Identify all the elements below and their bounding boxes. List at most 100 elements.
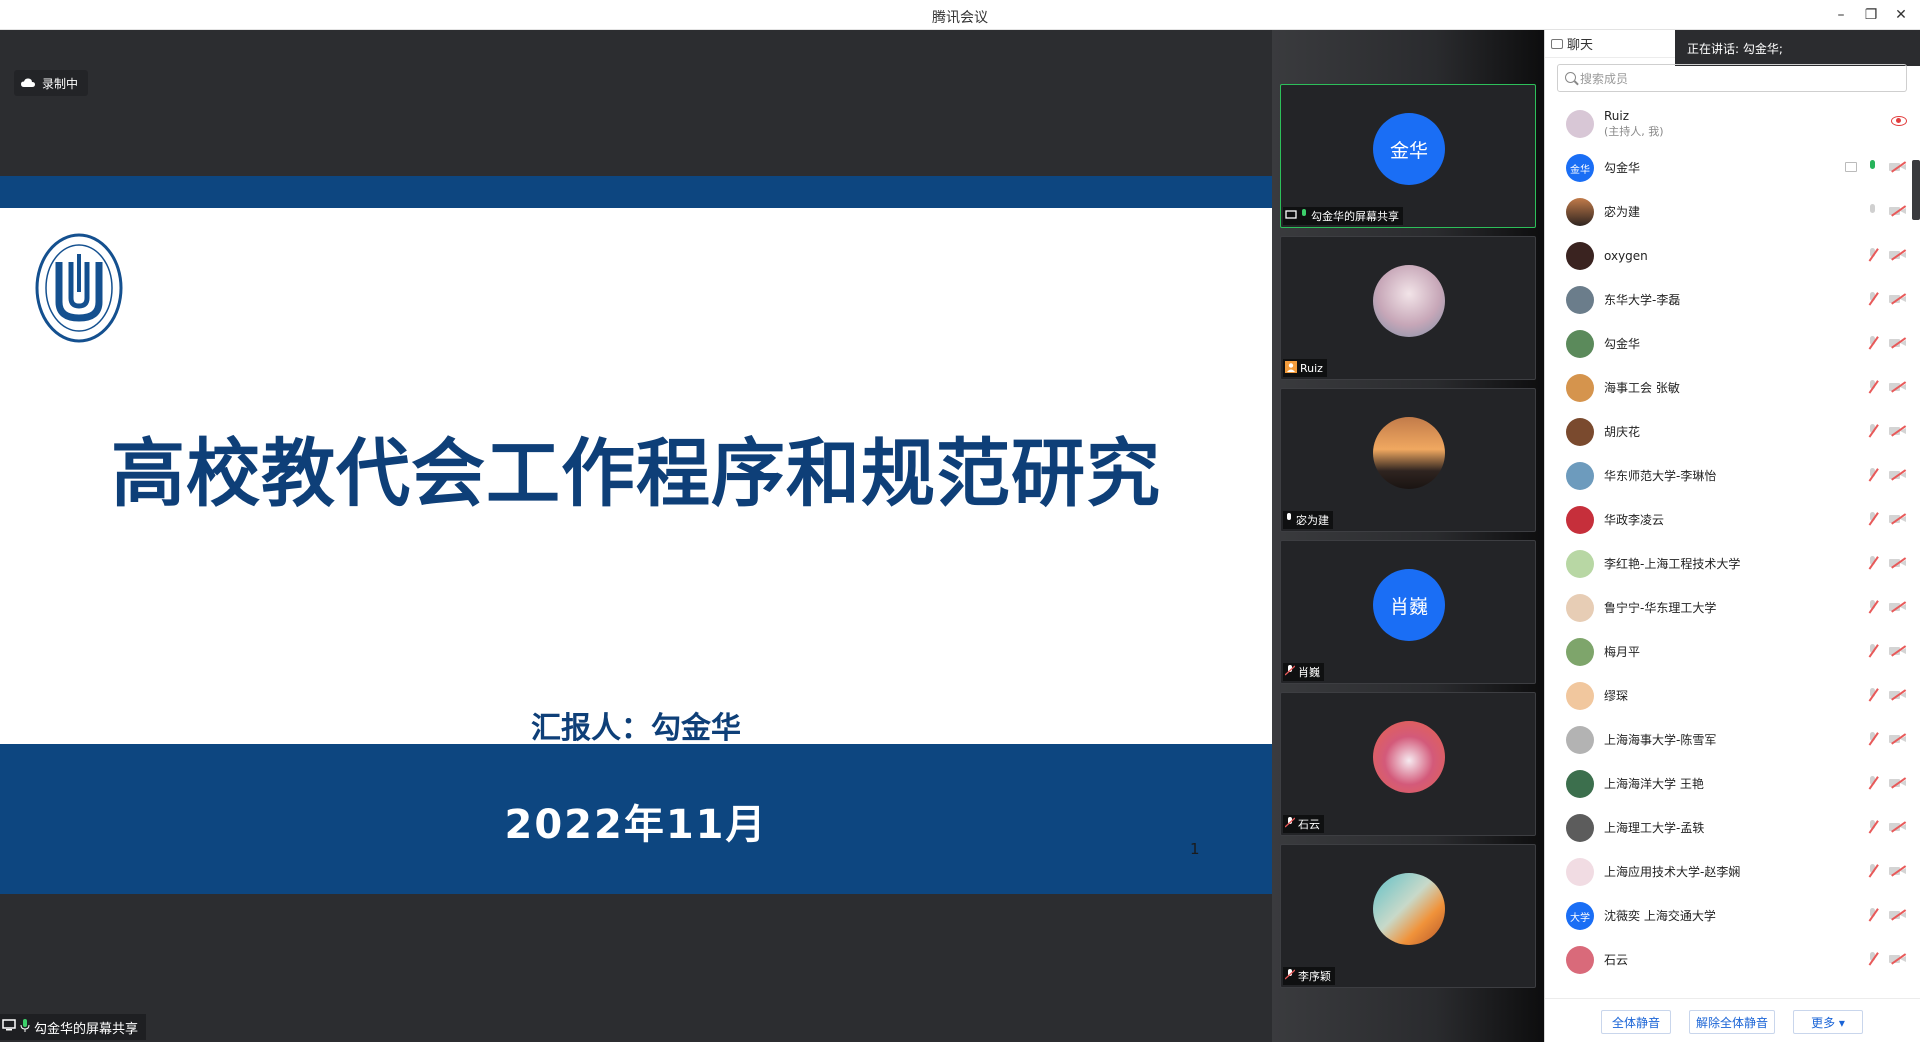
list-item[interactable]: 梅月平 [1545, 630, 1920, 674]
avatar: 金华 [1566, 154, 1594, 182]
screen-share-icon [2, 1019, 16, 1035]
mute-all-button[interactable]: 全体静音 [1601, 1010, 1671, 1034]
mic-muted-icon[interactable] [1865, 556, 1881, 570]
mic-muted-icon[interactable] [1865, 512, 1881, 526]
camera-off-icon[interactable] [1889, 953, 1907, 965]
camera-off-icon[interactable] [1889, 909, 1907, 921]
screen-share-text: 勾金华的屏幕共享 [34, 1021, 139, 1037]
participant-avatar [1373, 417, 1445, 489]
list-item[interactable]: Ruiz (主持人, 我) [1545, 102, 1920, 146]
member-search-input[interactable]: 搜索成员 [1557, 64, 1907, 92]
camera-off-icon[interactable] [1889, 689, 1907, 701]
mic-muted-icon[interactable] [1865, 820, 1881, 834]
member-name: 沈薇奕 上海交通大学 [1604, 909, 1716, 923]
mic-muted-icon[interactable] [1865, 864, 1881, 878]
camera-off-icon[interactable] [1889, 469, 1907, 481]
recording-badge[interactable]: 录制中 [14, 70, 89, 96]
avatar [1566, 374, 1594, 402]
list-item[interactable]: 海事工会 张敏 [1545, 366, 1920, 410]
person-icon [1285, 360, 1297, 376]
camera-off-icon[interactable] [1889, 733, 1907, 745]
slide-title: 高校教代会工作程序和规范研究 [111, 431, 1161, 517]
list-item[interactable]: 东华大学-李磊 [1545, 278, 1920, 322]
mic-muted-icon[interactable] [1865, 600, 1881, 614]
tile-label: 宓为建 [1283, 511, 1333, 529]
avatar [1566, 286, 1594, 314]
video-tile[interactable]: Ruiz [1280, 236, 1536, 380]
camera-off-icon[interactable] [1889, 865, 1907, 877]
list-item[interactable]: 缪琛 [1545, 674, 1920, 718]
participant-avatar [1373, 721, 1445, 793]
mic-on-icon [1300, 209, 1308, 223]
list-item[interactable]: 胡庆花 [1545, 410, 1920, 454]
slide-bottom-band: 2022年11月 1 [0, 744, 1272, 894]
list-item[interactable]: 上海理工大学-孟轶 [1545, 806, 1920, 850]
restore-button[interactable]: ❐ [1859, 4, 1883, 26]
member-name: 勾金华 [1604, 337, 1641, 351]
video-strip: 金华 勾金华的屏幕共享 Ruiz 宓为建 肖巍 肖巍 石云 李序颖 [1272, 30, 1544, 1042]
list-item[interactable]: 勾金华 [1545, 322, 1920, 366]
camera-off-icon[interactable] [1889, 513, 1907, 525]
avatar [1566, 770, 1594, 798]
camera-off-icon[interactable] [1889, 557, 1907, 569]
mic-icon[interactable] [1865, 204, 1881, 218]
mic-muted-icon[interactable] [1865, 380, 1881, 394]
panel-resize-handle[interactable] [1912, 160, 1920, 220]
mic-muted-icon[interactable] [1865, 292, 1881, 306]
member-name: 华东师范大学-李琳怡 [1604, 469, 1717, 483]
close-button[interactable]: ✕ [1889, 4, 1913, 26]
list-item[interactable]: 华政李凌云 [1545, 498, 1920, 542]
camera-off-icon[interactable] [1889, 293, 1907, 305]
camera-off-icon[interactable] [1889, 161, 1907, 173]
list-item[interactable]: 李红艳-上海工程技术大学 [1545, 542, 1920, 586]
camera-off-icon[interactable] [1889, 425, 1907, 437]
minimize-button[interactable]: – [1829, 4, 1853, 26]
camera-off-icon[interactable] [1889, 645, 1907, 657]
list-item[interactable]: 鲁宁宁-华东理工大学 [1545, 586, 1920, 630]
camera-off-icon[interactable] [1889, 337, 1907, 349]
camera-off-icon[interactable] [1889, 601, 1907, 613]
chat-icon [1551, 39, 1563, 49]
mic-muted-icon[interactable] [1865, 248, 1881, 262]
mic-muted-icon[interactable] [1865, 644, 1881, 658]
camera-off-icon[interactable] [1889, 821, 1907, 833]
panel-footer: 全体静音 解除全体静音 更多 ▾ [1545, 998, 1920, 1042]
camera-off-icon[interactable] [1889, 249, 1907, 261]
slide-date: 2022年11月 [504, 802, 768, 848]
member-status [1891, 116, 1907, 126]
list-item[interactable]: 金华 勾金华 [1545, 146, 1920, 190]
camera-off-icon[interactable] [1889, 381, 1907, 393]
more-button[interactable]: 更多 ▾ [1793, 1010, 1863, 1034]
list-item[interactable]: 宓为建 [1545, 190, 1920, 234]
camera-off-icon[interactable] [1889, 205, 1907, 217]
list-item[interactable]: 石云 [1545, 938, 1920, 982]
list-item[interactable]: 上海应用技术大学-赵李娴 [1545, 850, 1920, 894]
mic-muted-icon[interactable] [1865, 468, 1881, 482]
mic-muted-icon[interactable] [1865, 688, 1881, 702]
mic-muted-icon[interactable] [1865, 908, 1881, 922]
video-tile[interactable]: 金华 勾金华的屏幕共享 [1280, 84, 1536, 228]
mic-muted-icon[interactable] [1865, 336, 1881, 350]
list-item[interactable]: oxygen [1545, 234, 1920, 278]
mic-muted-icon[interactable] [1865, 424, 1881, 438]
unmute-all-button[interactable]: 解除全体静音 [1689, 1010, 1775, 1034]
member-name: 东华大学-李磊 [1604, 293, 1681, 307]
mic-on-icon[interactable] [1865, 160, 1881, 174]
member-status [1865, 732, 1907, 746]
member-status [1865, 424, 1907, 438]
camera-off-icon[interactable] [1889, 777, 1907, 789]
video-tile[interactable]: 宓为建 [1280, 388, 1536, 532]
mic-muted-icon[interactable] [1865, 732, 1881, 746]
mic-muted-icon[interactable] [1865, 952, 1881, 966]
video-tile[interactable]: 李序颖 [1280, 844, 1536, 988]
list-item[interactable]: 上海海洋大学 王艳 [1545, 762, 1920, 806]
video-tile[interactable]: 肖巍 肖巍 [1280, 540, 1536, 684]
screen-share-label: 勾金华的屏幕共享 [0, 1014, 147, 1040]
list-item[interactable]: 华东师范大学-李琳怡 [1545, 454, 1920, 498]
tab-chat[interactable]: 聊天 [1567, 34, 1593, 53]
mic-muted-icon[interactable] [1865, 776, 1881, 790]
video-tile[interactable]: 石云 [1280, 692, 1536, 836]
list-item[interactable]: 上海海事大学-陈雪军 [1545, 718, 1920, 762]
list-item[interactable]: 大学 沈薇奕 上海交通大学 [1545, 894, 1920, 938]
shared-screen-area: 录制中 高校教代会工作程序和规范研究 汇报人：勾金华 2022年11月 1 勾金… [0, 30, 1272, 1042]
